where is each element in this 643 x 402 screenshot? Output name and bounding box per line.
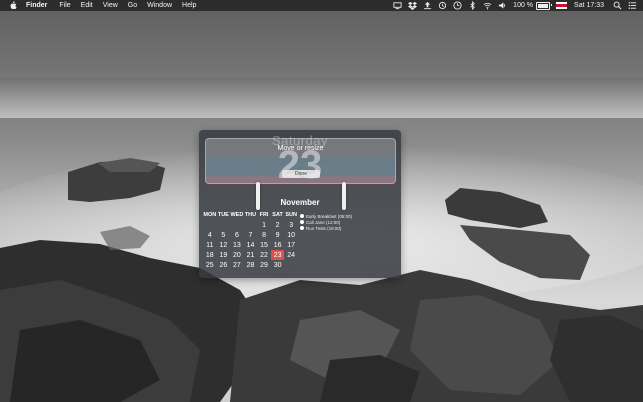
- weekday-header: THU: [244, 212, 257, 218]
- weekday-header: FRI: [259, 212, 269, 218]
- day-cell[interactable]: 25: [203, 260, 217, 270]
- day-cell[interactable]: 19: [217, 250, 231, 260]
- day-cell[interactable]: 29: [257, 260, 271, 270]
- event-title: Run Tests (18:00): [306, 225, 342, 231]
- spotlight-icon[interactable]: [613, 1, 622, 10]
- day-cell[interactable]: [230, 220, 244, 230]
- menu-help[interactable]: Help: [182, 0, 196, 11]
- event-list: Early Breakfast (05:00) Call Jane (12:00…: [300, 213, 398, 231]
- day-cell[interactable]: 16: [271, 240, 285, 250]
- battery-icon[interactable]: [536, 1, 553, 10]
- week-row: 1 2 3: [203, 220, 298, 230]
- day-cell[interactable]: 11: [203, 240, 217, 250]
- day-cell[interactable]: 18: [203, 250, 217, 260]
- day-cell[interactable]: 23: [270, 250, 285, 260]
- day-cell[interactable]: 22: [257, 250, 271, 260]
- weekday-header: TUE: [217, 212, 229, 218]
- input-source-flag-icon[interactable]: [556, 2, 568, 9]
- screen-icon[interactable]: [393, 1, 402, 10]
- menu-window[interactable]: Window: [147, 0, 172, 11]
- day-cell[interactable]: 14: [244, 240, 258, 250]
- notification-center-icon[interactable]: [628, 1, 637, 10]
- resize-message: Move or resize: [277, 145, 324, 152]
- day-cell[interactable]: 3: [284, 220, 298, 230]
- upload-icon[interactable]: [423, 1, 432, 10]
- event-dot-icon: [300, 226, 304, 230]
- day-cell[interactable]: 1: [257, 220, 271, 230]
- day-cell[interactable]: 2: [271, 220, 285, 230]
- calendar-widget[interactable]: Saturday 23 Move or resize Done November…: [199, 130, 401, 278]
- day-cell[interactable]: 8: [257, 230, 271, 240]
- time-machine-icon[interactable]: [453, 1, 462, 10]
- menu-app-finder[interactable]: Finder: [26, 0, 47, 11]
- day-cell[interactable]: [217, 220, 231, 230]
- day-cell[interactable]: [284, 260, 298, 270]
- week-row: 25 26 27 28 29 30: [203, 260, 298, 270]
- volume-icon[interactable]: [498, 1, 507, 10]
- month-title: November: [280, 198, 320, 207]
- weekday-header: SAT: [272, 212, 283, 218]
- menubar-clock[interactable]: Sat 17:33: [574, 0, 604, 11]
- event-dot-icon: [300, 220, 304, 224]
- day-cell[interactable]: [244, 220, 258, 230]
- day-cell[interactable]: 27: [230, 260, 244, 270]
- move-resize-overlay[interactable]: Move or resize Done: [205, 138, 396, 184]
- day-cell[interactable]: [203, 220, 217, 230]
- week-row: 11 12 13 14 15 16 17: [203, 240, 298, 250]
- week-row: 4 5 6 7 8 9 10: [203, 230, 298, 240]
- week-row: 18 19 20 21 22 23 24: [203, 250, 298, 260]
- day-cell[interactable]: 21: [244, 250, 258, 260]
- event-item[interactable]: Run Tests (18:00): [300, 225, 398, 231]
- day-cell[interactable]: 12: [217, 240, 231, 250]
- bluetooth-icon[interactable]: [468, 1, 477, 10]
- event-title: Call Jane (12:00): [306, 219, 341, 225]
- menu-view[interactable]: View: [103, 0, 118, 11]
- day-cell[interactable]: 28: [244, 260, 258, 270]
- dropbox-icon[interactable]: [408, 1, 418, 10]
- done-button[interactable]: Done: [282, 170, 320, 178]
- wifi-icon[interactable]: [483, 1, 492, 10]
- day-cell[interactable]: 4: [203, 230, 217, 240]
- day-cell[interactable]: 30: [271, 260, 285, 270]
- day-cell[interactable]: 24: [284, 250, 298, 260]
- battery-percent[interactable]: 100 %: [513, 0, 533, 11]
- day-cell[interactable]: 7: [244, 230, 258, 240]
- menu-go[interactable]: Go: [128, 0, 137, 11]
- event-dot-icon: [300, 214, 304, 218]
- day-cell[interactable]: 17: [284, 240, 298, 250]
- menu-edit[interactable]: Edit: [81, 0, 93, 11]
- apple-menu-icon[interactable]: [9, 1, 17, 10]
- weekday-header: WED: [230, 212, 244, 218]
- weekday-header: MON: [203, 212, 217, 218]
- day-cell[interactable]: 13: [230, 240, 244, 250]
- day-cell[interactable]: 20: [230, 250, 244, 260]
- sync-icon[interactable]: [438, 1, 447, 10]
- menu-file[interactable]: File: [59, 0, 70, 11]
- day-cell[interactable]: 26: [217, 260, 231, 270]
- weekday-header: SUN: [285, 212, 297, 218]
- day-cell[interactable]: 15: [257, 240, 271, 250]
- event-title: Early Breakfast (05:00): [306, 213, 353, 219]
- month-grid: MON TUE WED THU FRI SAT SUN 1 2 3 4 5 6 …: [203, 210, 298, 270]
- day-cell[interactable]: 5: [217, 230, 231, 240]
- menu-bar: Finder File Edit View Go Window Help 100…: [0, 0, 643, 11]
- day-cell[interactable]: 6: [230, 230, 244, 240]
- day-cell[interactable]: 10: [284, 230, 298, 240]
- day-cell[interactable]: 9: [271, 230, 285, 240]
